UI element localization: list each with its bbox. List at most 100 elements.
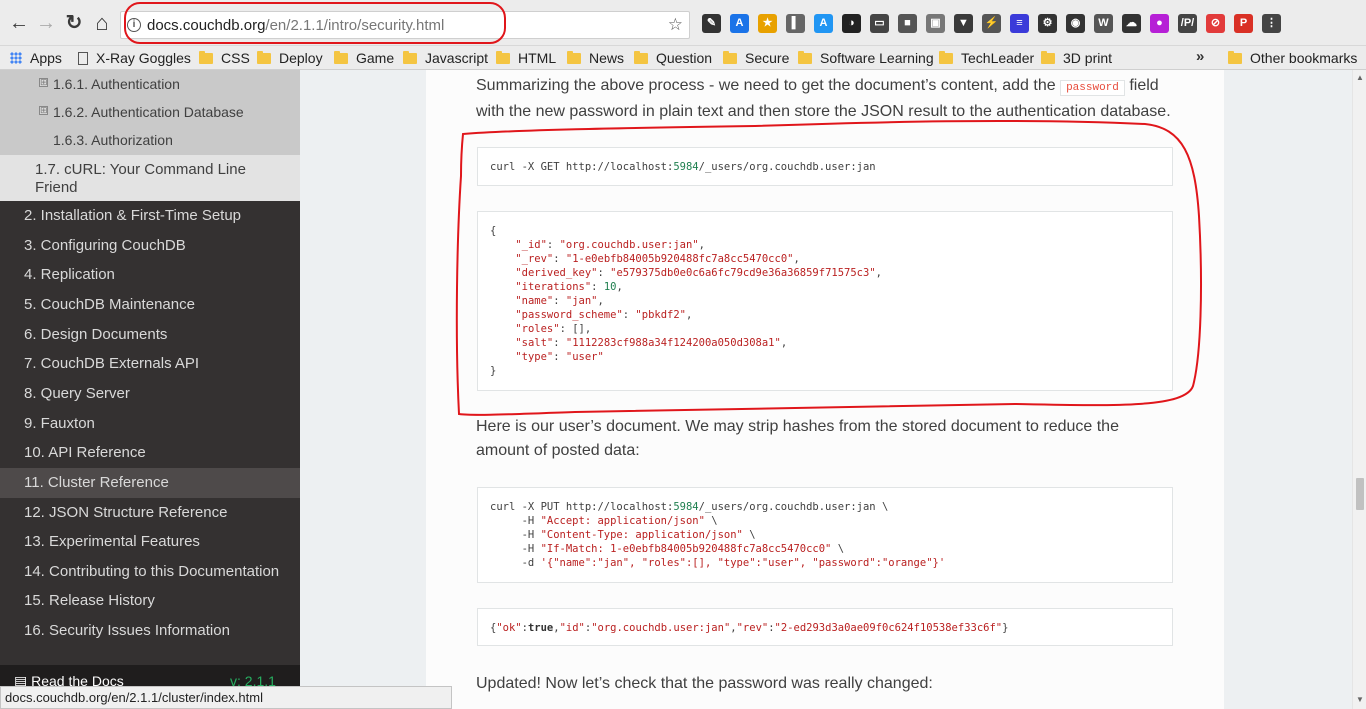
bookmarks-overflow-icon[interactable]: »	[1196, 48, 1204, 65]
bars-icon[interactable]: ≡	[1010, 14, 1029, 33]
reload-icon[interactable]: ↻	[63, 12, 85, 34]
sidebar-item[interactable]: 10. API Reference	[0, 438, 300, 468]
sidebar-item-label: 1.7. cURL: Your Command Line Friend	[35, 161, 246, 196]
block-icon[interactable]: ⊘	[1206, 14, 1225, 33]
sidebar-item-label: 7. CouchDB Externals API	[24, 355, 200, 373]
sidebar-item-label: 4. Replication	[24, 266, 115, 284]
bookmark-x-ray-goggles[interactable]: X-Ray Goggles	[78, 49, 191, 67]
sidebar-item-label: 9. Fauxton	[24, 414, 95, 432]
code-block-user-document: { "_id": "org.couchdb.user:jan", "_rev":…	[477, 211, 1173, 391]
sidebar-item[interactable]: 11. Cluster Reference	[0, 467, 300, 498]
a-box-icon[interactable]: A	[814, 14, 833, 33]
sidebar-subitem-authorization[interactable]: 1.6.3. Authorization	[0, 126, 300, 155]
bookmark-folder-secure[interactable]: Secure	[723, 49, 789, 67]
bookmark-folder-deploy[interactable]: Deploy	[257, 49, 323, 67]
folder-icon	[939, 50, 953, 64]
sidebar-item-label: 16. Security Issues Information	[24, 622, 230, 640]
camera-icon[interactable]: ◉	[1066, 14, 1085, 33]
bookmarks-bar: Apps X-Ray Goggles CSS Deploy Game Javas…	[0, 46, 1366, 70]
bookmark-label: 3D print	[1063, 50, 1113, 66]
image-icon[interactable]: ▣	[926, 14, 945, 33]
sidebar-item[interactable]: 5. CouchDB Maintenance	[0, 290, 300, 320]
bookmark-apps[interactable]: Apps	[10, 49, 62, 67]
bookmark-folder-css[interactable]: CSS	[199, 49, 250, 67]
sidebar-item[interactable]: 12. JSON Structure Reference	[0, 498, 300, 528]
sidebar-item-label: 12. JSON Structure Reference	[24, 503, 228, 521]
sidebar-item[interactable]: 8. Query Server	[0, 379, 300, 409]
address-bar[interactable]: i docs.couchdb.org/en/2.1.1/intro/securi…	[120, 11, 690, 39]
bookmark-label: Secure	[745, 50, 790, 66]
code-block-put-response: {"ok":true,"id":"org.couchdb.user:jan","…	[477, 608, 1173, 646]
window-icon[interactable]: ▭	[870, 14, 889, 33]
sidebar-item-curl[interactable]: 1.7. cURL: Your Command Line Friend	[0, 155, 300, 201]
sidebar-item[interactable]: 4. Replication	[0, 260, 300, 290]
scroll-up-icon[interactable]: ▲	[1356, 73, 1364, 82]
bookmark-star-icon[interactable]: ☆	[668, 15, 683, 35]
sidebar-item[interactable]: 14. Contributing to this Documentation	[0, 557, 300, 587]
sidebar-item[interactable]: 9. Fauxton	[0, 409, 300, 439]
contrast-icon[interactable]: ◑	[842, 14, 861, 33]
sidebar-item[interactable]: 3. Configuring CouchDB	[0, 231, 300, 261]
back-icon[interactable]: ←	[8, 12, 30, 34]
gear-icon[interactable]: ⚙	[1038, 14, 1057, 33]
clip-icon[interactable]: ▌	[786, 14, 805, 33]
bookmark-folder-game[interactable]: Game	[334, 49, 394, 67]
expand-icon[interactable]: ⊞	[39, 106, 48, 115]
vue-icon[interactable]: ▼	[954, 14, 973, 33]
page-scrollbar[interactable]: ▲ ▼	[1352, 70, 1366, 709]
sidebar-item[interactable]: 15. Release History	[0, 586, 300, 616]
pdf-icon[interactable]: P	[1234, 14, 1253, 33]
sidebar-item[interactable]: 7. CouchDB Externals API	[0, 349, 300, 379]
summary-paragraph: Summarizing the above process - we need …	[476, 77, 1171, 120]
sidebar-item[interactable]: 13. Experimental Features	[0, 527, 300, 557]
sidebar-item[interactable]: 2. Installation & First-Time Setup	[0, 201, 300, 231]
bookmark-folder-techleader[interactable]: TechLeader	[939, 49, 1034, 67]
regex-icon[interactable]: /P/	[1178, 14, 1197, 33]
circle-purple-icon[interactable]: ●	[1150, 14, 1169, 33]
strip-hashes-paragraph: Here is our user’s document. We may stri…	[476, 418, 1119, 459]
sidebar-subitem-label: 1.6.3. Authorization	[53, 132, 173, 148]
bookmark-label: Question	[656, 50, 713, 66]
folder-icon	[496, 50, 510, 64]
bookmark-label: Software Learning	[820, 50, 934, 66]
bookmark-folder-other[interactable]: Other bookmarks	[1228, 49, 1357, 67]
sidebar-subitem-authentication-database[interactable]: ⊞ 1.6.2. Authentication Database	[0, 98, 300, 126]
cloud-icon[interactable]: ☁	[1122, 14, 1141, 33]
sidebar-item-label: 14. Contributing to this Documentation	[24, 562, 280, 580]
scroll-thumb[interactable]	[1356, 478, 1364, 510]
site-info-icon[interactable]: i	[127, 18, 141, 32]
home-icon[interactable]: ⌂	[91, 12, 113, 34]
bookmark-label: TechLeader	[961, 50, 1035, 66]
anvil-icon[interactable]: ■	[898, 14, 917, 33]
scroll-down-icon[interactable]: ▼	[1356, 695, 1364, 704]
folder-icon	[1228, 50, 1242, 64]
bookmark-folder-javascript[interactable]: Javascript	[403, 49, 488, 67]
forward-icon[interactable]: →	[35, 12, 57, 34]
sidebar-subitem-label: 1.6.2. Authentication Database	[53, 104, 244, 120]
expand-icon[interactable]: ⊞	[39, 78, 48, 87]
pen-icon[interactable]: ✎	[702, 14, 721, 33]
updated-paragraph: Updated! Now let’s check that the passwo…	[476, 675, 933, 692]
url-host: docs.couchdb.org	[147, 17, 266, 34]
sidebar-item[interactable]: 6. Design Documents	[0, 320, 300, 350]
text-a-icon[interactable]: A	[730, 14, 749, 33]
link-status-bubble: docs.couchdb.org/en/2.1.1/cluster/index.…	[0, 686, 452, 709]
sidebar-item-label: 10. API Reference	[24, 444, 146, 462]
extensions-bar: ✎ A ★ ▌ A ◑ ▭ ■ ▣ ▼ ⚡ ≡ ⚙ ◉ W ☁ ● /P/ ⊘ P ⋮	[702, 14, 1281, 36]
sidebar-item-label: 6. Design Documents	[24, 325, 168, 343]
address-url[interactable]: docs.couchdb.org/en/2.1.1/intro/security…	[147, 17, 444, 34]
url-path: /en/2.1.1/intro/security.html	[265, 17, 445, 34]
bookmark-folder-3d-print[interactable]: 3D print	[1041, 49, 1112, 67]
bookmark-folder-software-learning[interactable]: Software Learning	[798, 49, 934, 67]
bookmark-folder-question[interactable]: Question	[634, 49, 712, 67]
star-icon[interactable]: ★	[758, 14, 777, 33]
bookmark-label: Deploy	[279, 50, 323, 66]
w-icon[interactable]: W	[1094, 14, 1113, 33]
bookmark-label: HTML	[518, 50, 557, 66]
menu-icon[interactable]: ⋮	[1262, 14, 1281, 33]
sidebar-item[interactable]: 16. Security Issues Information	[0, 616, 300, 646]
sidebar-subitem-authentication[interactable]: ⊞ 1.6.1. Authentication	[0, 70, 300, 98]
bolt-icon[interactable]: ⚡	[982, 14, 1001, 33]
bookmark-folder-news[interactable]: News	[567, 49, 624, 67]
bookmark-folder-html[interactable]: HTML	[496, 49, 556, 67]
